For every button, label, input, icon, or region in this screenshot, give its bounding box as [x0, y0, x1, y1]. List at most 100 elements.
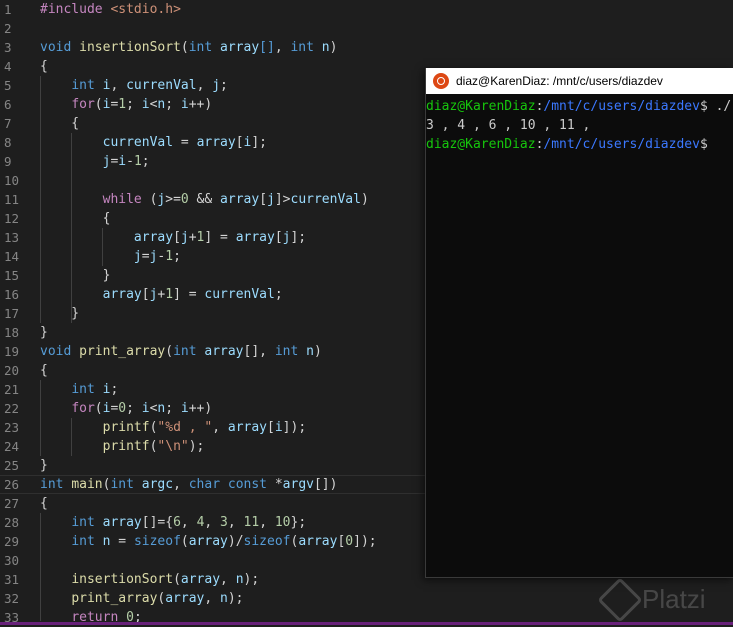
code-token: ( [180, 534, 189, 549]
code-text: } [40, 304, 79, 323]
code-token: array [298, 534, 338, 549]
code-token: 6 [173, 515, 181, 530]
code-token: = [110, 534, 134, 549]
code-token: , [110, 78, 127, 93]
code-token: int [40, 477, 64, 492]
code-text: { [40, 361, 48, 380]
line-number: 24 [4, 439, 20, 454]
code-token: argc [141, 477, 174, 492]
line-number: 25 [4, 458, 20, 473]
code-text: { [40, 114, 79, 133]
code-text: j=i-1; [40, 152, 150, 171]
terminal-token: $ [699, 137, 708, 152]
code-token: } [40, 325, 48, 340]
code-token: ); [188, 439, 205, 454]
terminal-token: /mnt/c/users/diazdev [543, 99, 700, 114]
code-text: } [40, 323, 48, 342]
code-token: ( [141, 192, 158, 207]
code-token: array [204, 344, 244, 359]
code-text: #include <stdio.h> [40, 0, 181, 19]
line-number: 29 [4, 534, 20, 549]
code-text: printf("%d , ", array[i]); [40, 418, 307, 437]
code-text: int array[]={6, 4, 3, 11, 10}; [40, 513, 306, 532]
code-token: i [274, 420, 283, 435]
code-token: ++) [188, 97, 213, 112]
code-token: j [267, 192, 275, 207]
code-line[interactable]: 2 [0, 19, 733, 38]
code-text: while (j>=0 && array[j]>currenVal) [40, 190, 369, 209]
line-number: 16 [4, 287, 20, 302]
code-token: = [173, 135, 197, 150]
line-number: 30 [4, 553, 20, 568]
code-text: void insertionSort(int array[], int n) [40, 38, 337, 57]
line-number: 9 [4, 154, 12, 169]
code-token: printf [102, 439, 150, 454]
line-number: 32 [4, 591, 20, 606]
terminal-line: diaz@KarenDiaz:/mnt/c/users/diazdev$ [426, 135, 733, 154]
code-token: }; [290, 515, 307, 530]
code-token: ; [126, 401, 142, 416]
code-token: <stdio.h> [110, 2, 181, 17]
code-token: ) [329, 40, 338, 55]
terminal-window[interactable]: diaz@KarenDiaz: /mnt/c/users/diazdev dia… [425, 68, 733, 578]
code-text: { [40, 57, 48, 76]
line-number: 3 [4, 40, 12, 55]
code-token: insertionSort [71, 572, 174, 587]
code-token: array [220, 192, 260, 207]
code-token: , [274, 40, 291, 55]
code-token: currenVal [102, 135, 174, 150]
code-line[interactable]: 1 #include <stdio.h> [0, 0, 733, 19]
code-token: argv [282, 477, 314, 492]
code-token: array [165, 591, 205, 606]
code-line[interactable]: 3 void insertionSort(int array[], int n) [0, 38, 733, 57]
code-token: ; [220, 78, 228, 93]
line-number: 14 [4, 249, 20, 264]
code-text: void print_array(int array[], int n) [40, 342, 322, 361]
line-number: 1 [4, 2, 12, 17]
code-token: sizeof [133, 534, 181, 549]
code-text: insertionSort(array, n); [40, 570, 259, 589]
code-text: } [40, 266, 111, 285]
code-token: array [227, 420, 268, 435]
code-token: ]); [282, 420, 307, 435]
code-token: 1 [165, 249, 174, 264]
line-number: 22 [4, 401, 20, 416]
code-token: } [40, 458, 48, 473]
code-token: 1 [165, 287, 174, 302]
terminal-token: diaz@KarenDiaz [426, 99, 536, 114]
code-token: { [40, 211, 111, 226]
code-token: array [180, 572, 221, 587]
code-text: for(i=1; i<n; i++) [40, 95, 212, 114]
line-number: 6 [4, 97, 12, 112]
code-token: int [274, 344, 299, 359]
line-number: 10 [4, 173, 20, 188]
line-number: 23 [4, 420, 20, 435]
code-token: ( [165, 344, 174, 359]
code-text: array[j+1] = array[j]; [40, 228, 306, 247]
line-number: 18 [4, 325, 20, 340]
code-text: int main(int argc, char const *argv[]) [40, 476, 337, 493]
code-token: 10 [274, 515, 291, 530]
terminal-titlebar[interactable]: diaz@KarenDiaz: /mnt/c/users/diazdev [426, 68, 733, 94]
code-text: int i; [40, 380, 118, 399]
code-token: * [267, 477, 283, 492]
code-token: + [188, 230, 197, 245]
watermark-text: Platzi [642, 584, 706, 614]
code-token: sizeof [243, 534, 291, 549]
code-token: currenVal [126, 78, 197, 93]
code-token: [ [235, 135, 244, 150]
code-token: 1 [118, 97, 127, 112]
code-token: - [126, 154, 134, 169]
